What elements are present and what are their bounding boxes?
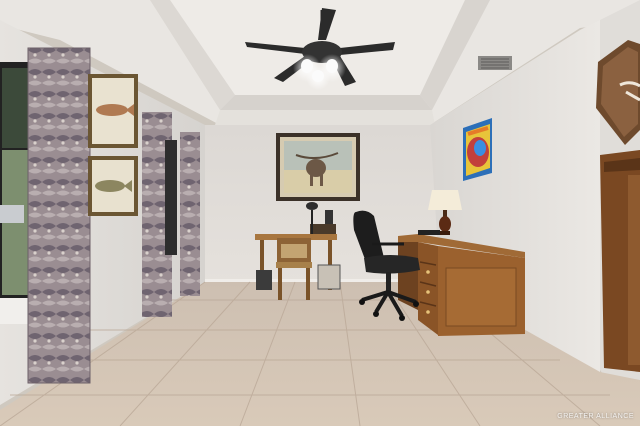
bookshelf bbox=[600, 150, 640, 372]
fish-picture-top bbox=[88, 74, 138, 148]
horse-painting bbox=[463, 118, 492, 181]
fish-picture-bottom bbox=[88, 156, 138, 216]
room-photo: GREATER ALLIANCE bbox=[0, 0, 640, 426]
longhorn-painting bbox=[276, 133, 360, 201]
photo-watermark: GREATER ALLIANCE bbox=[557, 413, 634, 420]
